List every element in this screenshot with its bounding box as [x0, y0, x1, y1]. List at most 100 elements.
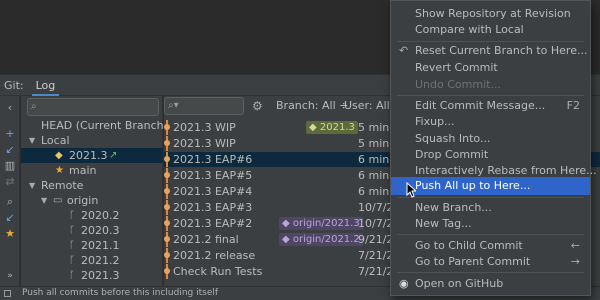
branch-tag: ◆ 2021.3	[306, 121, 358, 134]
menu-label: Open on GitHub	[415, 277, 504, 290]
group-remote[interactable]: ▼ Remote	[21, 178, 163, 193]
toolwindow-toggle-icon[interactable]	[4, 290, 11, 297]
commit-node	[164, 252, 170, 258]
favorite-icon[interactable]: ★	[0, 226, 20, 242]
user-filter[interactable]: User: All	[344, 98, 390, 114]
group-label: Local	[41, 134, 70, 147]
branch-label: 2020.3	[81, 224, 120, 237]
commit-message: 2021.3 EAP#6	[173, 153, 253, 166]
chevron-down-icon[interactable]: ▼	[41, 193, 47, 208]
commit-search-input[interactable]: ⌕▾	[164, 97, 244, 115]
context-menu: Show Repository at Revision Compare with…	[390, 0, 597, 296]
commit-message: Check Run Tests	[173, 265, 263, 278]
menu-label: Reset Current Branch to Here...	[415, 44, 588, 57]
commit-node	[164, 220, 170, 226]
branch-local-main[interactable]: ★ main	[21, 163, 163, 178]
branch-remote-2020-2[interactable]: ᚴ 2020.2	[21, 208, 163, 223]
collapse-icon[interactable]: ‹	[0, 100, 20, 116]
menu-label: Undo Commit...	[415, 78, 501, 91]
branch-label: 2021.3	[81, 269, 120, 282]
remote-origin[interactable]: ▼ ▭ origin	[21, 193, 163, 208]
menu-revert-commit[interactable]: Revert Commit	[391, 59, 590, 77]
branch-remote-2020-3[interactable]: ᚴ 2020.3	[21, 223, 163, 238]
left-toolbar: ‹ + ↙ ▥ ⇄ ⌕ ↙ ★ »	[0, 96, 20, 286]
group-local[interactable]: ▼ Local	[21, 133, 163, 148]
menu-push-all-up-to-here[interactable]: Push All up to Here...	[391, 177, 590, 195]
branch-icon: ᚴ	[69, 270, 75, 281]
commit-node	[164, 140, 170, 146]
remote-label: origin	[67, 194, 99, 207]
tag-icon: ◆	[282, 218, 293, 229]
branch-head[interactable]: HEAD (Current Branch)	[21, 118, 168, 133]
update-icon[interactable]: ↙	[0, 142, 20, 158]
commit-message: 2021.2 release	[173, 249, 256, 262]
github-icon: ◉	[399, 277, 409, 290]
menu-shortcut: →	[570, 255, 580, 268]
branch-remote-2021-3[interactable]: ᚴ 2021.3	[21, 268, 163, 283]
delete-icon[interactable]: ▥	[0, 158, 20, 174]
branch-label: 2021.3	[69, 149, 108, 162]
branch-search-input[interactable]: ⌕	[27, 98, 159, 116]
compare-icon[interactable]: ⇄	[0, 174, 20, 190]
menu-label: New Tag...	[415, 217, 472, 230]
menu-reset-branch[interactable]: ↶ Reset Current Branch to Here...	[391, 42, 590, 60]
branch-label: HEAD (Current Branch)	[41, 119, 168, 132]
commit-message: 2021.3 EAP#5	[173, 169, 253, 182]
reset-icon: ↶	[399, 44, 409, 57]
menu-label: Revert Commit	[415, 61, 498, 74]
commit-time: 7/21/2	[358, 265, 394, 278]
tag-icon: ◆	[309, 122, 320, 133]
menu-open-github[interactable]: ◉ Open on GitHub	[391, 275, 590, 293]
commit-message: 2021.3 EAP#3	[173, 201, 253, 214]
mouse-cursor-icon	[406, 182, 416, 198]
branch-tag: ◆ origin/2021.2	[279, 233, 363, 246]
menu-separator	[397, 95, 584, 96]
menu-label: Go to Parent Commit	[415, 255, 531, 268]
tag-label: origin/2021.3	[292, 218, 360, 229]
menu-separator	[397, 272, 584, 273]
menu-separator	[397, 234, 584, 235]
add-icon[interactable]: +	[0, 126, 20, 142]
tag-icon: ◆	[282, 234, 293, 245]
branches-panel: ⌕ HEAD (Current Branch) ▼ Local ◆ 2021.3…	[21, 96, 168, 286]
branch-label: 2020.2	[81, 209, 120, 222]
search-icon: ⌕▾	[168, 100, 179, 111]
branch-icon: ᚴ	[69, 225, 75, 236]
menu-label: Fixup...	[415, 115, 455, 128]
fetch-icon[interactable]: ↙	[0, 210, 20, 226]
commit-message: 2021.3 EAP#2	[173, 217, 253, 230]
search-icon[interactable]: ⌕	[0, 194, 20, 210]
incoming-arrow-icon: ↗	[109, 150, 118, 161]
menu-new-tag[interactable]: New Tag...	[391, 215, 590, 233]
chevron-down-icon[interactable]: ▼	[29, 133, 35, 148]
branch-icon: ᚴ	[69, 240, 75, 251]
menu-label: Push All up to Here...	[415, 179, 531, 192]
chevron-down-icon[interactable]: ▼	[29, 178, 35, 193]
tag-icon: ◆	[55, 150, 63, 161]
menu-compare-local[interactable]: Compare with Local	[391, 21, 590, 39]
commit-node	[164, 188, 170, 194]
menu-fixup[interactable]: Fixup...	[391, 113, 590, 131]
menu-go-to-parent[interactable]: Go to Parent Commit →	[391, 253, 590, 271]
branch-icon: ᚴ	[69, 255, 75, 266]
gear-icon[interactable]: ⚙	[252, 97, 263, 115]
folder-icon: ▭	[53, 195, 63, 206]
branch-filter[interactable]: Branch: All ÷	[276, 98, 348, 114]
status-text: Push all commits before this including i…	[22, 288, 219, 298]
star-icon: ★	[55, 165, 64, 176]
branch-local-2021-3[interactable]: ◆ 2021.3 ↗	[21, 148, 163, 163]
commit-time: 9/21/2	[358, 233, 394, 246]
expand-icon[interactable]: »	[0, 268, 20, 284]
branch-remote-2021-2[interactable]: ᚴ 2021.2	[21, 253, 163, 268]
commit-message: 2021.3 EAP#4	[173, 185, 253, 198]
branch-remote-2021-1[interactable]: ᚴ 2021.1	[21, 238, 163, 253]
search-icon: ⌕	[31, 101, 37, 112]
tag-label: origin/2021.2	[292, 234, 360, 245]
menu-undo-commit[interactable]: Undo Commit...	[391, 76, 590, 94]
tab-log[interactable]: Log	[31, 75, 60, 96]
commit-time: 7/21/2	[358, 249, 394, 262]
tag-label: 2021.3	[319, 122, 355, 133]
group-label: Remote	[41, 179, 84, 192]
commit-message: 2021.3 WIP	[173, 137, 236, 150]
commit-message: 2021.3 WIP	[173, 121, 236, 134]
